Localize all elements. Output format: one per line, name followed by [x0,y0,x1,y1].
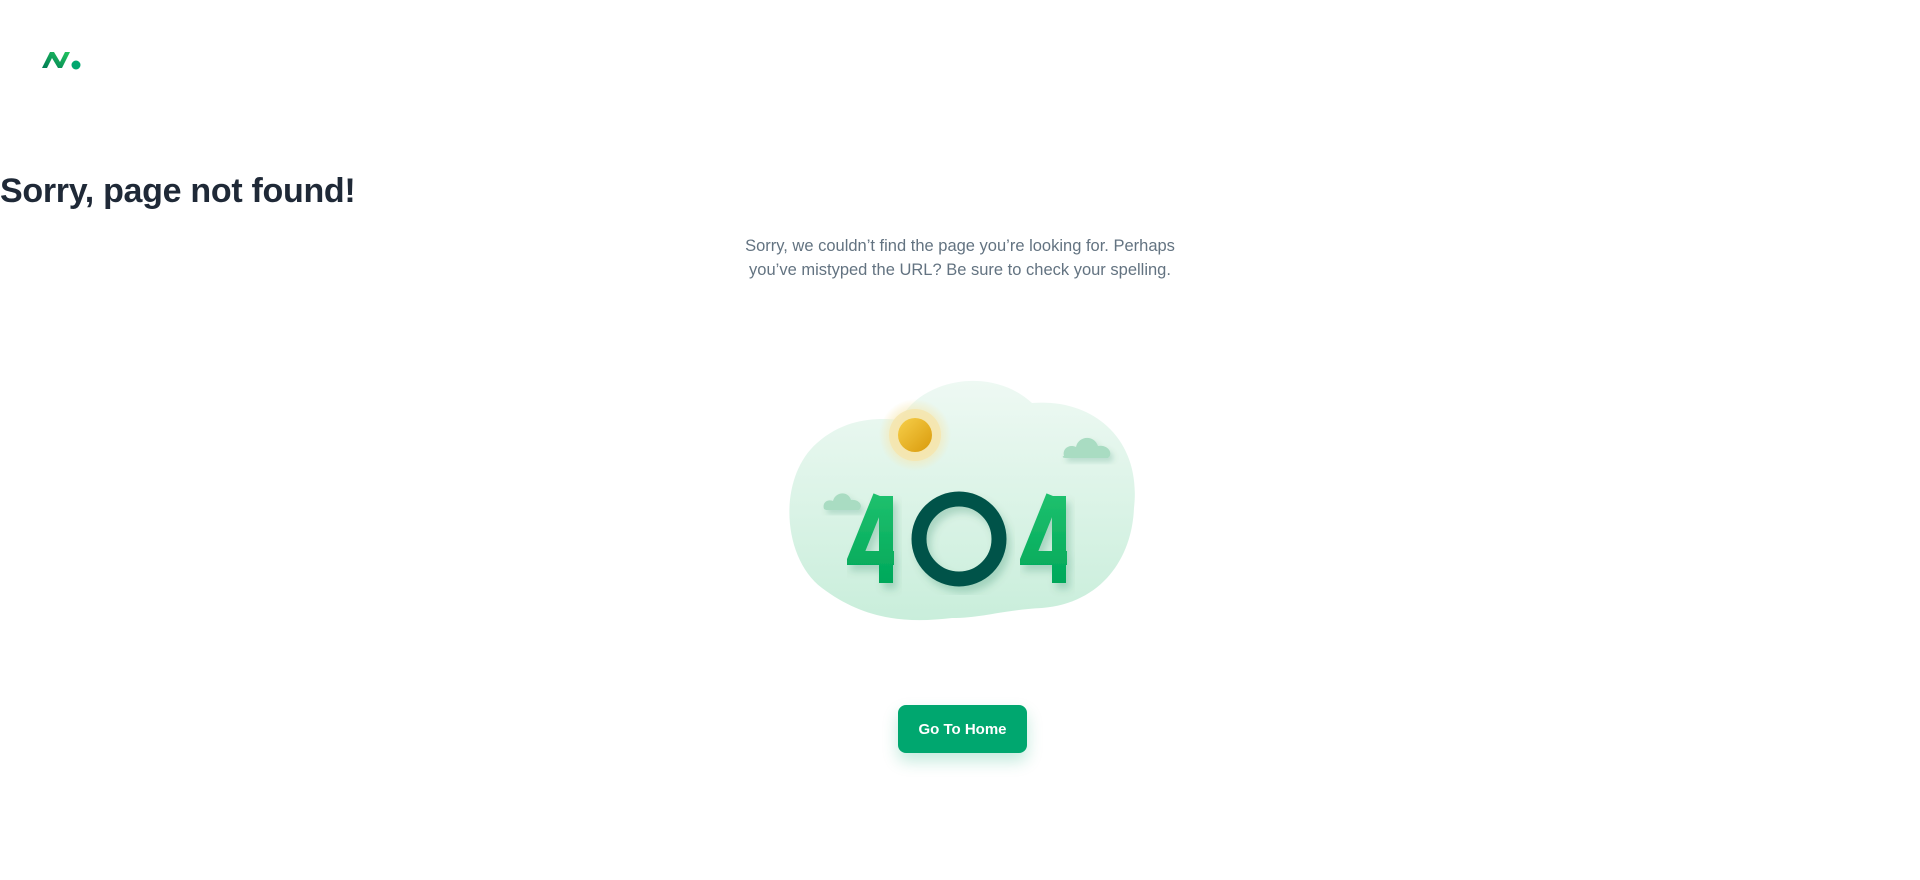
brand-logo-icon[interactable] [40,48,82,72]
not-found-illustration [789,380,1135,621]
page-description: Sorry, we couldn’t find the page you’re … [745,237,1175,279]
go-to-home-button[interactable]: Go To Home [898,705,1027,753]
not-found-page: Sorry, page not found! Sorry, we couldn’… [0,0,1920,880]
page-title: Sorry, page not found! [0,172,356,210]
sun-icon [879,399,951,471]
